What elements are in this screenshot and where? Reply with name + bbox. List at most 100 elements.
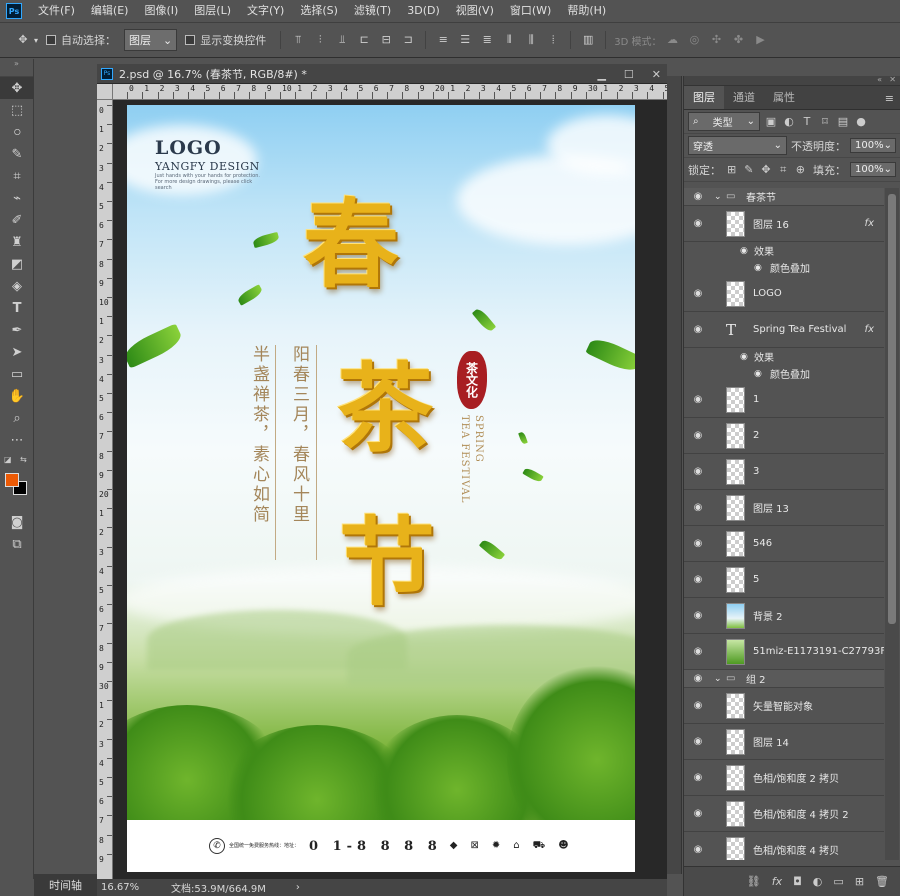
visibility-eye-icon[interactable]: ◉ <box>692 288 704 299</box>
layer-group-row[interactable]: ◉ ⌄ ▭ 组 2 <box>684 670 884 688</box>
menu-item[interactable]: 图层(L) <box>186 0 239 22</box>
new-adjustment-icon[interactable]: ◐ <box>813 875 823 888</box>
close-panel-icon[interactable]: ✕ <box>889 75 896 84</box>
ruler-origin[interactable] <box>97 84 113 100</box>
effect-eye-icon[interactable]: ◉ <box>754 263 762 273</box>
new-layer-icon[interactable]: ⊞ <box>855 875 864 888</box>
layer-row[interactable]: ◉ 色相/饱和度 4 拷贝 <box>684 832 884 860</box>
layer-effects-row[interactable]: ◉ 效果 <box>684 242 884 259</box>
distribute-bottom-icon[interactable]: ≣ <box>481 34 493 46</box>
visibility-eye-icon[interactable]: ◉ <box>692 646 704 657</box>
status-menu-chevron-icon[interactable]: › <box>296 882 300 893</box>
align-right-icon[interactable]: ⊐ <box>402 34 414 46</box>
brush-tool-icon[interactable]: ✐ <box>0 209 34 231</box>
tab-properties[interactable]: 属性 <box>764 85 804 109</box>
menu-item[interactable]: 窗口(W) <box>502 0 559 22</box>
lock-transparent-icon[interactable]: ⊞ <box>725 163 738 176</box>
lock-artboard-icon[interactable]: ⌗ <box>777 163 790 177</box>
effect-eye-icon[interactable]: ◉ <box>740 246 748 256</box>
lock-all-icon[interactable]: ⊕ <box>794 163 807 176</box>
opacity-input[interactable]: 100% ⌄ <box>850 138 896 153</box>
layer-row[interactable]: ◉ 51miz-E1173191-C27793FB <box>684 634 884 670</box>
menu-item[interactable]: 帮助(H) <box>559 0 614 22</box>
distribute-hcenter-icon[interactable]: ⫼ <box>525 34 537 46</box>
visibility-eye-icon[interactable]: ◉ <box>692 808 704 819</box>
filter-shape-icon[interactable]: ⌑ <box>818 115 832 128</box>
3d-roll-icon[interactable]: ◎ <box>688 34 700 46</box>
expand-chevron-icon[interactable]: ⌄ <box>714 674 722 684</box>
layer-group-row[interactable]: ◉ ⌄ ▭ 春茶节 <box>684 188 884 206</box>
default-colors-icon[interactable]: ◪ <box>4 455 12 464</box>
maximize-icon[interactable]: ☐ <box>624 68 634 81</box>
blend-mode-dropdown[interactable]: 穿透 ⌄ <box>688 136 787 155</box>
vertical-ruler[interactable]: 0 1 2 3 4 5 6 7 8 9 10 1 2 3 4 5 6 7 8 9 20 1 2 3 4 5 6 7 8 9 30 1 2 3 4 5 6… <box>97 100 113 879</box>
effect-eye-icon[interactable]: ◉ <box>754 369 762 379</box>
menu-item[interactable]: 文件(F) <box>30 0 83 22</box>
filter-toggle-icon[interactable]: ● <box>854 115 868 128</box>
layer-effects-row[interactable]: ◉ 效果 <box>684 348 884 365</box>
visibility-eye-icon[interactable]: ◉ <box>692 324 704 335</box>
auto-select-dropdown[interactable]: 图层 ⌄ <box>124 29 178 51</box>
distribute-left-icon[interactable]: ⦀ <box>503 34 515 46</box>
menu-item[interactable]: 编辑(E) <box>83 0 137 22</box>
distribute-top-icon[interactable]: ≡ <box>437 34 449 46</box>
quick-mask-icon[interactable]: ◙ <box>0 511 34 533</box>
3d-pan-icon[interactable]: ✣ <box>710 34 722 46</box>
effect-eye-icon[interactable]: ◉ <box>740 352 748 362</box>
new-group-icon[interactable]: ▭ <box>833 875 843 888</box>
link-layers-icon[interactable]: ⛓ <box>747 875 761 888</box>
eyedropper-tool-icon[interactable]: ⌁ <box>0 187 34 209</box>
layer-row[interactable]: ◉ 色相/饱和度 2 拷贝 <box>684 760 884 796</box>
tab-channels[interactable]: 通道 <box>724 85 764 109</box>
show-transform-checkbox[interactable]: 显示变换控件 <box>185 32 266 48</box>
menu-item[interactable]: 视图(V) <box>448 0 502 22</box>
swap-colors-icon[interactable]: ⇆ <box>20 455 27 464</box>
layer-effect-item[interactable]: ◉ 颜色叠加 <box>684 365 884 382</box>
type-tool-icon[interactable]: T <box>0 297 34 319</box>
menu-item[interactable]: 选择(S) <box>292 0 346 22</box>
filter-kind-dropdown[interactable]: ⌕ 类型 ⌄ <box>688 112 760 131</box>
scrollbar-thumb[interactable] <box>888 194 896 624</box>
visibility-eye-icon[interactable]: ◉ <box>692 502 704 513</box>
visibility-eye-icon[interactable]: ◉ <box>692 673 704 684</box>
panel-menu-icon[interactable]: ≡ <box>879 88 900 109</box>
delete-layer-icon[interactable]: 🗑 <box>875 875 889 888</box>
filter-type-icon[interactable]: T <box>800 115 814 128</box>
filter-adjustment-icon[interactable]: ◐ <box>782 115 796 128</box>
poster-canvas[interactable]: LOGO YANGFY DESIGN Just hands with your … <box>127 105 635 872</box>
align-vcenter-icon[interactable]: ⫶ <box>314 34 326 46</box>
collapse-panel-icon[interactable]: « <box>877 75 882 84</box>
timeline-tab[interactable]: 时间轴 <box>34 874 97 896</box>
expand-chevron-icon[interactable]: ⌄ <box>714 192 722 202</box>
zoom-level[interactable]: 16.67% <box>101 882 171 893</box>
layer-row[interactable]: ◉ 3 <box>684 454 884 490</box>
layer-row[interactable]: ◉ 图层 16 fx <box>684 206 884 242</box>
layer-row[interactable]: ◉ 图层 13 <box>684 490 884 526</box>
minimize-icon[interactable]: ▁ <box>597 68 605 81</box>
horizontal-ruler[interactable]: 012345678910123456789201234567893012345 <box>113 84 667 100</box>
align-left-icon[interactable]: ⊏ <box>358 34 370 46</box>
marquee-tool-icon[interactable]: ⬚ <box>0 99 34 121</box>
align-top-icon[interactable]: ⫪ <box>292 34 304 46</box>
layer-row[interactable]: ◉ 5 <box>684 562 884 598</box>
crop-tool-icon[interactable]: ⌗ <box>0 165 34 187</box>
filter-smart-object-icon[interactable]: ▤ <box>836 115 850 128</box>
rectangle-tool-icon[interactable]: ▭ <box>0 363 34 385</box>
menu-item[interactable]: 滤镜(T) <box>346 0 399 22</box>
distribute-right-icon[interactable]: ⦙ <box>547 34 559 46</box>
canvas-area[interactable]: LOGO YANGFY DESIGN Just hands with your … <box>113 100 667 879</box>
layer-row[interactable]: ◉ LOGO <box>684 276 884 312</box>
document-size[interactable]: 文档:53.9M/664.9M <box>171 880 266 895</box>
visibility-eye-icon[interactable]: ◉ <box>692 844 704 855</box>
auto-select-checkbox[interactable]: 自动选择： <box>46 32 116 48</box>
layer-row[interactable]: ◉ 矢量智能对象 <box>684 688 884 724</box>
fx-icon[interactable]: fx <box>865 218 874 229</box>
lock-position-icon[interactable]: ✥ <box>759 163 772 176</box>
visibility-eye-icon[interactable]: ◉ <box>692 218 704 229</box>
align-hcenter-icon[interactable]: ⊟ <box>380 34 392 46</box>
lock-image-icon[interactable]: ✎ <box>742 163 755 176</box>
layer-row[interactable]: ◉ 色相/饱和度 4 拷贝 2 <box>684 796 884 832</box>
layers-scrollbar[interactable] <box>885 188 899 860</box>
menu-item[interactable]: 图像(I) <box>136 0 186 22</box>
screen-mode-icon[interactable]: ⧉ <box>0 533 34 555</box>
